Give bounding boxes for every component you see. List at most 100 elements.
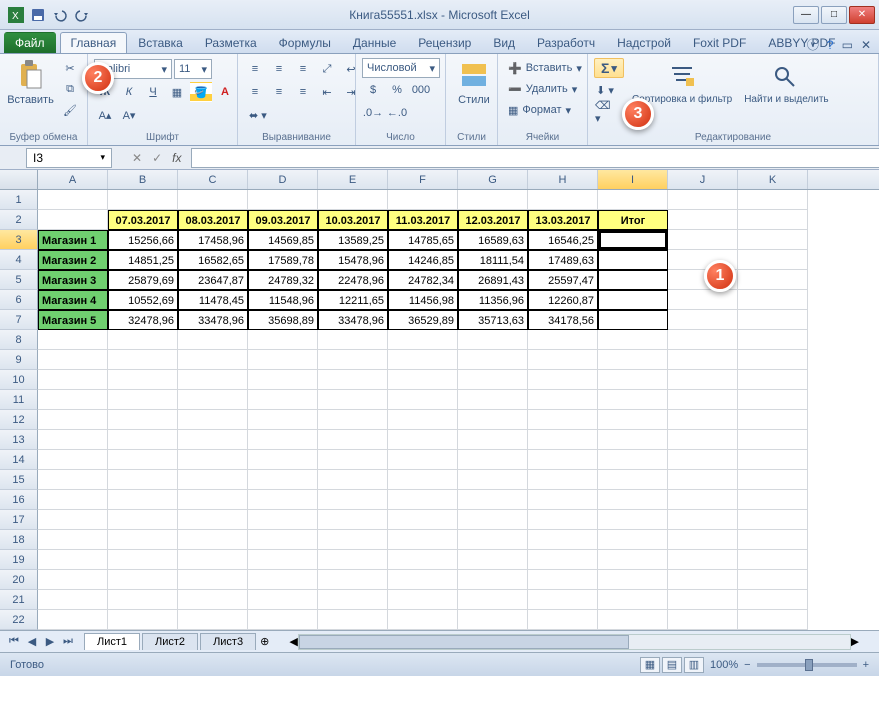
percent-button[interactable]: % — [386, 80, 408, 100]
cell[interactable]: 08.03.2017 — [178, 210, 248, 230]
cell[interactable] — [738, 330, 808, 350]
cell[interactable]: 25597,47 — [528, 270, 598, 290]
cell[interactable]: 16589,63 — [458, 230, 528, 250]
save-icon[interactable] — [30, 7, 46, 23]
cell[interactable] — [38, 450, 108, 470]
cell[interactable] — [528, 330, 598, 350]
row-header[interactable]: 13 — [0, 430, 38, 450]
zoom-slider[interactable] — [757, 663, 857, 667]
cell[interactable] — [38, 610, 108, 630]
row-header[interactable]: 21 — [0, 590, 38, 610]
cell[interactable] — [458, 590, 528, 610]
cell[interactable]: 33478,96 — [178, 310, 248, 330]
cell[interactable] — [178, 590, 248, 610]
tab-developer[interactable]: Разработч — [526, 32, 606, 53]
cell[interactable]: 14569,85 — [248, 230, 318, 250]
cell[interactable] — [668, 350, 738, 370]
format-cells-button[interactable]: ▦Формат ▾ — [504, 100, 575, 120]
cell[interactable]: 10552,69 — [108, 290, 178, 310]
col-header-F[interactable]: F — [388, 170, 458, 189]
cell[interactable]: 23647,87 — [178, 270, 248, 290]
cell[interactable] — [178, 570, 248, 590]
cell[interactable] — [178, 350, 248, 370]
tab-layout[interactable]: Разметка — [194, 32, 268, 53]
cell[interactable] — [248, 190, 318, 210]
cell[interactable] — [598, 350, 668, 370]
cell[interactable]: 11.03.2017 — [388, 210, 458, 230]
cell[interactable] — [668, 190, 738, 210]
cell[interactable] — [248, 370, 318, 390]
cell[interactable]: 11356,96 — [458, 290, 528, 310]
cell[interactable] — [458, 550, 528, 570]
cell[interactable]: Магазин 3 — [38, 270, 108, 290]
clear-button[interactable]: ⌫ ▾ — [594, 102, 616, 122]
tab-foxit[interactable]: Foxit PDF — [682, 32, 757, 53]
workbook-close-icon[interactable]: ✕ — [861, 38, 871, 52]
row-header[interactable]: 6 — [0, 290, 38, 310]
tab-file[interactable]: Файл — [4, 32, 56, 53]
cell[interactable] — [388, 610, 458, 630]
cell[interactable] — [108, 450, 178, 470]
cell[interactable] — [458, 430, 528, 450]
cell[interactable] — [598, 570, 668, 590]
row-header[interactable]: 16 — [0, 490, 38, 510]
cut-icon[interactable]: ✂ — [59, 58, 81, 78]
cell[interactable] — [738, 190, 808, 210]
decrease-indent-button[interactable]: ⇤ — [316, 82, 338, 102]
cell[interactable] — [178, 410, 248, 430]
cell[interactable] — [38, 210, 108, 230]
row-header[interactable]: 5 — [0, 270, 38, 290]
redo-icon[interactable] — [74, 7, 90, 23]
tab-home[interactable]: Главная — [60, 32, 128, 53]
cell[interactable] — [598, 470, 668, 490]
cell[interactable]: 14246,85 — [388, 250, 458, 270]
cell[interactable] — [248, 470, 318, 490]
cell[interactable] — [598, 370, 668, 390]
fill-color-button[interactable]: 🪣 — [190, 82, 212, 102]
cell[interactable]: 33478,96 — [318, 310, 388, 330]
cell[interactable] — [248, 570, 318, 590]
align-left-button[interactable]: ≡ — [244, 82, 266, 102]
cell[interactable] — [528, 550, 598, 570]
cell[interactable] — [458, 330, 528, 350]
cell[interactable]: 15256,66 — [108, 230, 178, 250]
row-header[interactable]: 17 — [0, 510, 38, 530]
cell[interactable] — [738, 510, 808, 530]
cell[interactable] — [528, 370, 598, 390]
cell[interactable] — [738, 550, 808, 570]
cell[interactable] — [668, 450, 738, 470]
cell[interactable] — [318, 550, 388, 570]
fill-button[interactable]: ⬇ ▾ — [594, 80, 616, 100]
cell[interactable] — [668, 470, 738, 490]
normal-view-icon[interactable]: ▦ — [640, 657, 660, 673]
cell[interactable] — [738, 230, 808, 250]
cell[interactable]: 12211,65 — [318, 290, 388, 310]
cell[interactable] — [248, 390, 318, 410]
cell[interactable] — [458, 530, 528, 550]
cell[interactable] — [738, 390, 808, 410]
hscroll-left-icon[interactable]: ◀ — [289, 635, 297, 648]
delete-cells-button[interactable]: ➖Удалить ▾ — [504, 79, 581, 99]
orientation-button[interactable]: ⤢ — [316, 59, 338, 79]
row-header[interactable]: 2 — [0, 210, 38, 230]
name-box[interactable]: I3▾ — [26, 148, 112, 168]
col-header-G[interactable]: G — [458, 170, 528, 189]
cell[interactable] — [598, 530, 668, 550]
cell[interactable]: 17489,63 — [528, 250, 598, 270]
cell[interactable]: 36529,89 — [388, 310, 458, 330]
cell[interactable] — [38, 470, 108, 490]
cell[interactable] — [738, 270, 808, 290]
col-header-D[interactable]: D — [248, 170, 318, 189]
row-header[interactable]: 8 — [0, 330, 38, 350]
cell[interactable] — [668, 590, 738, 610]
cell[interactable] — [38, 430, 108, 450]
shrink-font-button[interactable]: A▾ — [118, 105, 140, 125]
col-header-A[interactable]: A — [38, 170, 108, 189]
cell[interactable] — [458, 410, 528, 430]
cell[interactable] — [668, 610, 738, 630]
cell[interactable] — [668, 390, 738, 410]
cell[interactable] — [388, 430, 458, 450]
cell[interactable] — [738, 350, 808, 370]
cell[interactable] — [108, 510, 178, 530]
cell[interactable] — [108, 350, 178, 370]
